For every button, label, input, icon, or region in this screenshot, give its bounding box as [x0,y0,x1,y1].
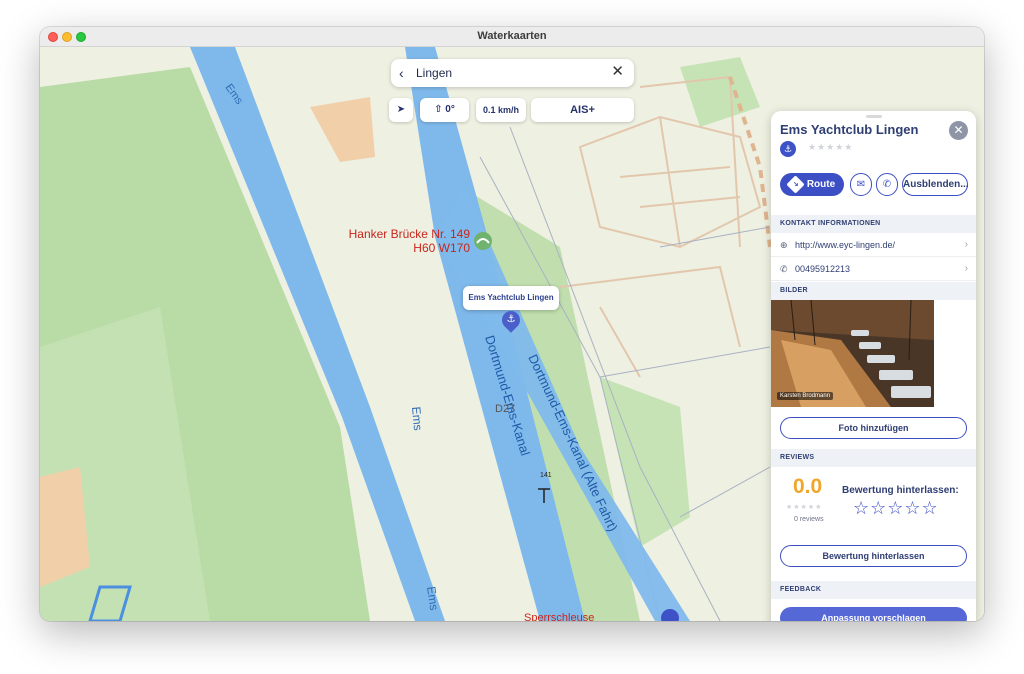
close-icon[interactable]: ✕ [949,121,968,140]
review-score: 0.0 [793,475,823,498]
leave-rating-label: Bewertung hinterlassen: [842,485,959,496]
compass-icon: ⇧ [434,104,446,115]
phone-button[interactable]: ✆ [876,173,898,196]
images-header: BILDER [771,282,976,300]
clear-icon[interactable]: ✕ [611,64,624,80]
details-panel: Ems Yachtclub Lingen ✕ ⚓ ★★★★★ ➜ Route ✉ … [771,111,976,621]
bridge-name-label: Hanker Brücke Nr. 149 [348,227,470,241]
title-bar: Waterkaarten [40,27,984,47]
map-view[interactable]: Ems Ems Ems Dortmund-Ems-Kanal Dortmund-… [40,47,984,621]
heading-button[interactable]: ⇧ 0° [420,98,469,122]
leave-review-button[interactable]: Bewertung hinterlassen [780,545,967,567]
rating-stars: ★★★★★ [808,142,854,152]
phone-row[interactable]: ✆ 00495912213 › [771,257,976,281]
svg-text:Sperrschleuse: Sperrschleuse [524,612,594,621]
search-bar[interactable]: ‹ Lingen ✕ [391,59,634,87]
panel-grabber[interactable] [866,115,882,118]
route-label: Route [806,179,836,190]
svg-text:141: 141 [540,472,552,479]
review-count: 0 reviews [794,516,824,523]
mail-button[interactable]: ✉ [850,173,872,196]
globe-icon: ⊕ [780,240,788,250]
route-button[interactable]: ➜ Route [780,173,844,196]
heading-value: 0° [445,104,455,115]
marina-tooltip[interactable]: Ems Yachtclub Lingen [463,286,559,310]
photo-credit: Karsten Brodmann [777,392,834,400]
feedback-header: FEEDBACK [771,581,976,599]
phone-number[interactable]: 00495912213 [795,257,850,281]
panel-title: Ems Yachtclub Lingen [780,122,919,137]
website-link[interactable]: http://www.eyc-lingen.de/ [795,233,895,257]
bridge-dims-label: H60 W170 [413,241,470,255]
speed-indicator[interactable]: 0.1 km/h [476,98,526,122]
app-window: Waterkaarten Ems Ems Ems Dortmund-Ems-Ka… [40,27,984,621]
mail-icon: ✉ [856,179,866,190]
anchor-icon: ⚓ [780,141,796,157]
search-query[interactable]: Lingen [416,66,452,80]
reviews-header: REVIEWS [771,449,976,467]
route-icon: ➜ [786,175,805,194]
marina-photo[interactable]: Karsten Brodmann [771,300,934,407]
svg-text:Ems: Ems [409,406,425,431]
locate-button[interactable]: ➤ [389,98,413,122]
window-title: Waterkaarten [477,30,547,42]
anchor-icon: ⚓ [506,314,516,325]
hide-button[interactable]: Ausblenden... [902,173,969,196]
back-chevron-icon[interactable]: ‹ [399,65,404,81]
ais-button[interactable]: AIS+ [531,98,634,122]
website-row[interactable]: ⊕ http://www.eyc-lingen.de/ › [771,233,976,257]
score-stars: ★★★★★ [786,504,823,511]
location-arrow-icon: ➤ [396,104,406,115]
photo-image [771,300,934,407]
marina-pin[interactable]: ⚓ [498,307,524,333]
add-photo-button[interactable]: Foto hinzufügen [780,417,967,439]
contact-header: KONTAKT INFORMATIONEN [771,215,976,233]
phone-icon: ✆ [882,179,892,190]
phone-icon: ✆ [780,264,788,274]
chevron-right-icon: › [964,239,968,250]
chevron-right-icon: › [964,263,968,274]
rate-stars-input[interactable]: ☆☆☆☆☆ [853,498,939,519]
suggest-edit-button[interactable]: Anpassung vorschlagen [780,607,967,621]
svg-text:D27: D27 [495,403,515,415]
